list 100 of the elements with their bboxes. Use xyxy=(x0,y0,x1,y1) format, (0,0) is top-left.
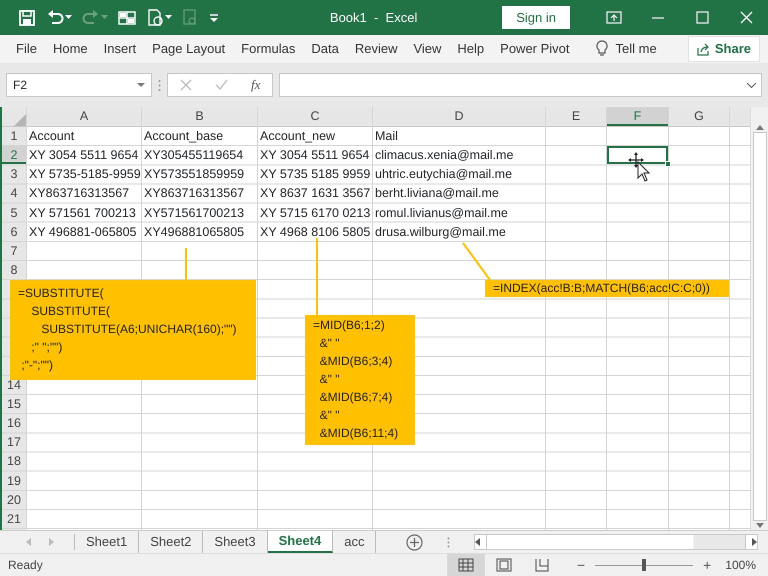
table-cell-text: XY573551859959 xyxy=(143,166,246,184)
table-cell-text: drusa.wilburg@mail.me xyxy=(374,224,507,241)
table-cell-text: berht.liviana@mail.me xyxy=(374,185,500,202)
caret-icon xyxy=(65,15,72,20)
column-header[interactable]: A xyxy=(27,107,141,126)
window-title: Book1 - Excel xyxy=(328,8,418,27)
column-header[interactable]: E xyxy=(546,107,606,126)
ribbon-tab[interactable]: Home xyxy=(44,36,96,62)
table-cell-text: XY 3054 5511 9654 xyxy=(259,147,370,164)
zoom-level-text: 100% xyxy=(725,557,756,574)
column-header[interactable]: C xyxy=(258,107,372,126)
table-cell-text: climacus.xenia@mail.me xyxy=(374,147,514,164)
tell-me-field[interactable]: Tell me xyxy=(616,39,657,59)
ribbon-tab[interactable]: Review xyxy=(346,36,406,62)
ribbon-tab[interactable]: Formulas xyxy=(233,36,304,62)
table-cell-text: XY 496881-065805 xyxy=(28,224,138,241)
column-header[interactable]: D xyxy=(373,107,545,126)
row-header[interactable]: 15 xyxy=(2,394,26,414)
insert-function-button[interactable]: fx xyxy=(251,75,260,95)
page-layout-view-icon xyxy=(496,558,512,572)
zoom-in-button[interactable]: + xyxy=(699,554,716,576)
table-cell-text: XY863716313567 xyxy=(143,185,246,202)
row-header[interactable]: 1 xyxy=(2,127,26,146)
triangle-icon xyxy=(14,114,26,126)
table-cell-text: XY 5735-5185-9959 xyxy=(28,166,141,184)
formula-callout: =MID(B6;1;2) &" " &MID(B6;3;4) &" " &MID(B6;7;4) &" " &MID(B6;11;4) xyxy=(305,315,415,445)
row-header[interactable]: 16 xyxy=(2,414,26,432)
maximize-icon xyxy=(694,10,710,25)
status-text: Ready xyxy=(8,557,43,574)
table-cell-text: XY305455119654 xyxy=(143,147,244,164)
horizontal-scrollbar[interactable] xyxy=(474,534,758,550)
formula-callout: =INDEX(acc!B:B;MATCH(B6;acc!C:C;0)) xyxy=(485,280,729,297)
undo-icon xyxy=(46,8,64,26)
row-header[interactable]: 19 xyxy=(2,472,26,490)
expand-icon[interactable] xyxy=(747,82,756,88)
caret-icon xyxy=(137,82,145,88)
column-header[interactable]: B xyxy=(142,107,257,126)
normal-view-button[interactable] xyxy=(446,554,485,576)
ribbon-tab[interactable]: Data xyxy=(303,36,347,62)
row-header[interactable]: 2 xyxy=(2,146,26,164)
table-cell-text: XY863716313567 xyxy=(28,185,130,202)
sign-in-button[interactable]: Sign in xyxy=(502,6,570,30)
formula-callout: =SUBSTITUTE( SUBSTITUTE( SUBSTITUTE(A6;UNICHAR(160);"") ;" ";"") ;"-";"") xyxy=(10,280,256,380)
sheet-tab[interactable]: Sheet4 xyxy=(268,531,334,553)
save-icon xyxy=(18,8,36,26)
ribbon-tab[interactable]: Help xyxy=(449,36,492,62)
normal-view-icon xyxy=(458,558,474,572)
ribbon-tab[interactable]: Power Pivot xyxy=(492,36,578,62)
vertical-scrollbar[interactable] xyxy=(750,107,768,530)
grip-icon[interactable] xyxy=(447,536,450,548)
row-header[interactable]: 20 xyxy=(2,490,26,509)
column-header[interactable]: G xyxy=(669,107,729,126)
table-cell-text: romul.livianus@mail.me xyxy=(374,204,509,222)
row-header[interactable]: 3 xyxy=(2,165,26,184)
close-icon xyxy=(738,10,754,25)
table-cell-text: uhtric.eutychia@mail.me xyxy=(374,166,514,184)
caret-icon xyxy=(165,15,172,20)
grip-icon[interactable] xyxy=(158,78,161,92)
share-button[interactable]: Share xyxy=(688,36,760,62)
scroll-left-icon[interactable] xyxy=(475,538,480,546)
ribbon-display-options-icon xyxy=(606,10,622,25)
row-header[interactable]: 8 xyxy=(2,260,26,280)
leader-line xyxy=(185,248,187,282)
page-break-view-icon xyxy=(534,558,550,572)
scroll-right-icon[interactable] xyxy=(752,538,757,546)
zoom-slider-thumb[interactable] xyxy=(642,559,646,571)
row-header[interactable]: 4 xyxy=(2,184,26,203)
scroll-down-icon[interactable] xyxy=(756,523,764,528)
ribbon-tab[interactable]: Insert xyxy=(96,36,144,62)
fill-handle[interactable] xyxy=(665,161,671,168)
row-header[interactable]: 17 xyxy=(2,433,26,452)
table-cell-text: Account_new xyxy=(259,128,336,145)
table-cell-text: Account xyxy=(28,128,76,145)
row-header[interactable]: 5 xyxy=(2,204,26,222)
ribbon-tab[interactable]: Page Layout xyxy=(144,36,234,62)
row-header[interactable]: 21 xyxy=(2,510,26,528)
name-box[interactable]: F2 xyxy=(6,73,152,97)
row-header[interactable]: 18 xyxy=(2,452,26,471)
formula-input[interactable] xyxy=(279,73,762,97)
caret-icon xyxy=(101,15,108,20)
column-header[interactable]: F xyxy=(607,107,668,126)
zoom-out-button[interactable]: − xyxy=(572,554,590,576)
row-header[interactable]: 7 xyxy=(2,242,26,260)
share-icon xyxy=(696,42,710,56)
table-cell-text: XY496881065805 xyxy=(143,224,246,241)
scroll-thumb[interactable] xyxy=(752,132,766,521)
table-cell-text: XY 4968 8106 5805 xyxy=(259,224,372,241)
lightbulb-icon xyxy=(596,40,608,58)
table-cell-text: XY 8637 1631 3567 xyxy=(259,185,372,202)
ribbon-tab[interactable]: File xyxy=(8,36,45,62)
move-cursor-icon xyxy=(628,152,650,182)
table-cell-text: XY 5735 5185 9959 xyxy=(259,166,372,184)
name-box-text: F2 xyxy=(13,77,28,94)
add-sheet-icon[interactable] xyxy=(406,534,424,550)
scroll-up-icon[interactable] xyxy=(756,125,764,130)
table-cell-text: Account_base xyxy=(143,128,224,145)
row-header[interactable]: 6 xyxy=(2,222,26,241)
table-cell-text: Mail xyxy=(374,128,399,145)
ribbon-tab[interactable]: View xyxy=(405,36,450,62)
table-cell-text: XY 3054 5511 9654 xyxy=(28,147,140,164)
